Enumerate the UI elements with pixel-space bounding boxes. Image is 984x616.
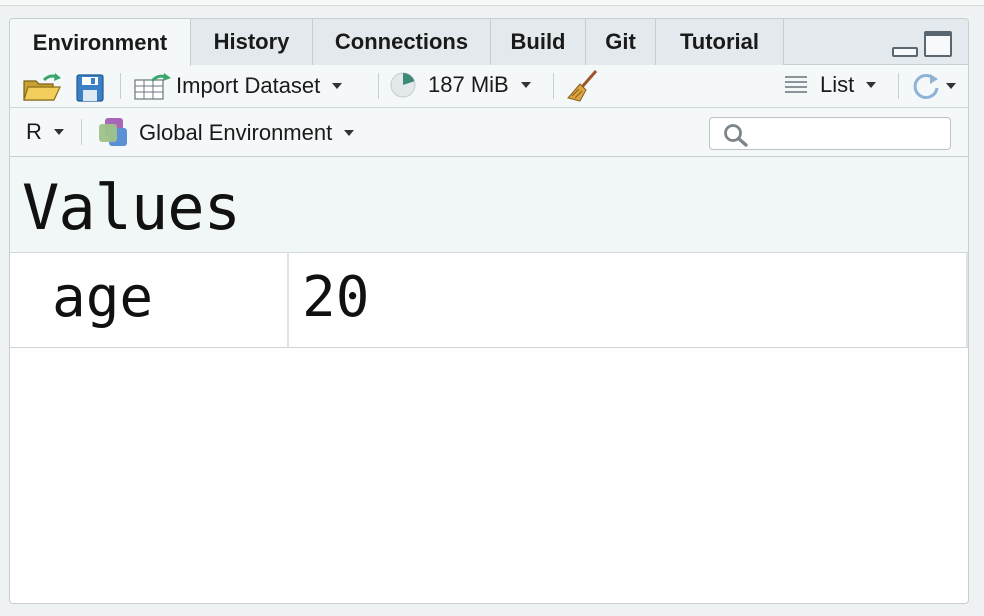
environment-toolbar: Import Dataset 187 MiB List [10,65,968,108]
save-icon [76,74,104,102]
open-folder-icon [23,73,61,101]
chevron-down-icon [866,82,877,88]
search-icon [724,124,748,147]
tab-history[interactable]: History [191,19,313,65]
window-controls [892,31,952,57]
search-input[interactable] [754,122,948,148]
view-mode-button[interactable]: List [784,72,877,98]
environment-select[interactable]: Global Environment [96,117,355,149]
top-strip [0,0,984,6]
import-dataset-label: Import Dataset [176,73,321,98]
refresh-icon [913,73,939,99]
tab-git-label: Git [605,29,636,54]
toolbar-separator [81,119,82,145]
load-workspace-button[interactable] [22,71,64,103]
chevron-down-icon [344,130,355,136]
clear-workspace-button[interactable] [566,69,600,103]
memory-usage-button[interactable]: 187 MiB [390,72,531,98]
toolbar-separator [378,73,379,99]
tab-tutorial-label: Tutorial [679,29,760,54]
save-workspace-button[interactable] [76,74,104,102]
refresh-button[interactable] [910,70,956,102]
toolbar-separator [120,73,121,99]
broom-icon [567,70,598,102]
toolbar-separator [898,73,899,99]
minimize-pane-icon[interactable] [892,47,918,57]
values-section-title: Values [22,171,241,244]
language-label: R [26,119,42,144]
chevron-down-icon [332,83,343,89]
tab-history-label: History [213,29,290,54]
import-table-icon [134,73,171,100]
memory-pie-icon [390,72,416,98]
search-box [709,117,951,150]
variable-name: age [10,253,289,347]
environment-icon [99,118,127,146]
list-icon [785,76,807,93]
chevron-down-icon [53,129,64,135]
maximize-pane-icon[interactable] [924,31,952,57]
tab-environment[interactable]: Environment [10,19,191,66]
tab-environment-label: Environment [32,29,168,55]
tab-build[interactable]: Build [491,19,586,65]
variable-value: 20 [302,265,370,330]
view-mode-label: List [820,72,855,97]
tab-git[interactable]: Git [586,19,656,65]
chevron-down-icon [520,82,531,88]
environment-pane: Environment History Connections Build Gi… [9,18,969,604]
environment-scope-toolbar: R Global Environment [10,108,968,157]
tab-tutorial[interactable]: Tutorial [656,19,784,65]
import-dataset-button[interactable]: Import Dataset [134,72,343,100]
environment-label: Global Environment [139,120,333,145]
table-row[interactable]: age 20 [10,253,968,348]
tab-bar: Environment History Connections Build Gi… [10,19,968,66]
chevron-down-icon [946,83,956,89]
tab-build-label: Build [510,29,566,54]
row-border [966,253,968,347]
values-section-header: Values [10,157,968,253]
toolbar-separator [553,73,554,99]
tab-connections[interactable]: Connections [313,19,491,65]
memory-usage-label: 187 MiB [428,72,509,97]
language-select[interactable]: R [26,119,64,145]
tab-connections-label: Connections [334,29,469,54]
